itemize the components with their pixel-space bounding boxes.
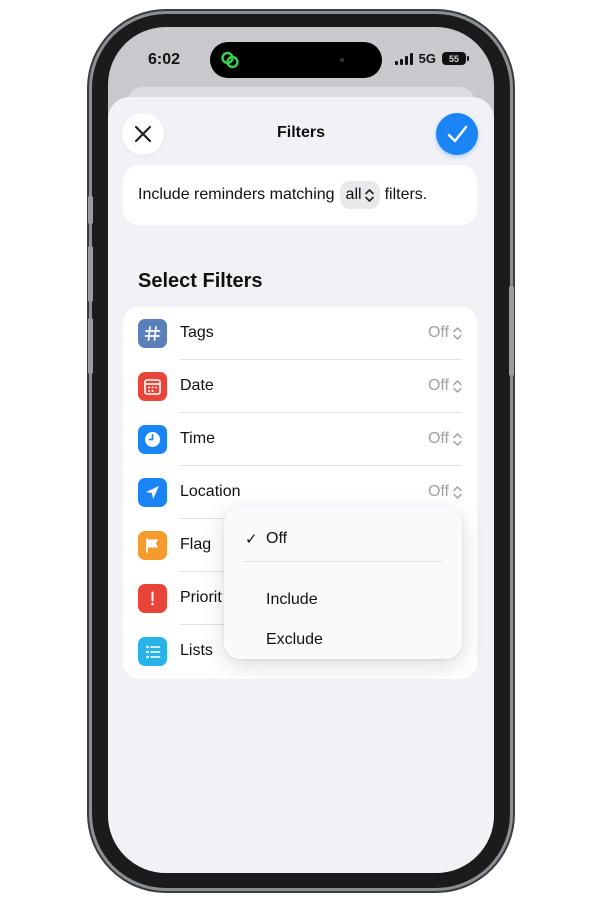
filter-value-text: Off <box>427 377 449 394</box>
filter-value[interactable]: Off <box>428 483 462 501</box>
menu-item-label: Exclude <box>266 631 323 648</box>
chevron-up-down-icon <box>453 432 462 446</box>
chevron-up-down-icon <box>364 188 374 202</box>
checkmark-icon <box>447 125 468 143</box>
filter-value[interactable]: Off <box>428 377 462 395</box>
filter-row-time[interactable]: Time Off <box>123 413 477 466</box>
filter-label: Tags <box>180 324 214 341</box>
match-selector-value: all <box>345 186 362 203</box>
calendar-icon <box>138 372 167 401</box>
chevron-up-down-icon <box>453 379 462 393</box>
filter-label: Lists <box>180 642 213 659</box>
menu-item-include[interactable]: Include <box>224 580 462 620</box>
match-selector[interactable]: all <box>339 181 380 209</box>
filter-value-text: Off <box>427 483 449 500</box>
filter-row-date[interactable]: Date Off <box>123 360 477 413</box>
status-indicators: 5G 55 <box>394 51 469 66</box>
menu-divider <box>244 561 442 562</box>
filter-label: Priorit <box>180 589 222 606</box>
match-prefix: Include reminders matching <box>138 186 335 203</box>
battery-level: 55 <box>448 53 459 64</box>
chevron-up-down-icon <box>453 485 462 499</box>
filter-value-text: Off <box>427 324 449 341</box>
match-rule-card: Include reminders matching all filters. <box>123 165 477 225</box>
menu-item-label: Include <box>266 591 318 608</box>
filter-row-tags[interactable]: Tags Off <box>123 307 477 360</box>
filter-label: Location <box>180 483 241 500</box>
battery-icon: 55 <box>442 52 469 65</box>
exclamation-icon <box>138 584 167 613</box>
match-suffix: filters. <box>384 186 428 203</box>
volume-down-button <box>88 318 93 374</box>
network-label: 5G <box>418 51 436 66</box>
location-arrow-icon <box>138 478 167 507</box>
filter-value[interactable]: Off <box>428 430 462 448</box>
checkmark-icon: ✓ <box>245 531 258 548</box>
hashtag-icon <box>138 319 167 348</box>
action-button <box>88 196 93 224</box>
filter-label: Flag <box>180 536 212 553</box>
filter-label: Time <box>180 430 215 447</box>
section-title: Select Filters <box>138 270 263 292</box>
status-time: 6:02 <box>148 51 181 68</box>
menu-item-label: Off <box>266 530 288 547</box>
volume-up-button <box>88 246 93 302</box>
menu-item-off[interactable]: ✓ Off <box>224 519 462 559</box>
dynamic-island <box>210 42 382 78</box>
filter-value-menu: ✓ Off Include Exclude <box>224 507 462 659</box>
camera-dot <box>340 58 344 62</box>
chevron-up-down-icon <box>453 326 462 340</box>
list-icon <box>138 637 167 666</box>
filter-label: Date <box>180 377 214 394</box>
screen: 6:02 5G 55 Filters Include reminders mat… <box>108 27 494 873</box>
menu-item-exclude[interactable]: Exclude <box>224 620 462 660</box>
clock-icon <box>138 425 167 454</box>
done-button[interactable] <box>436 113 478 155</box>
signal-icon <box>394 52 413 65</box>
power-button <box>509 286 514 376</box>
link-icon <box>221 51 239 69</box>
flag-icon <box>138 531 167 560</box>
filter-value-text: Off <box>427 430 449 447</box>
filter-value[interactable]: Off <box>428 324 462 342</box>
filters-sheet: Filters Include reminders matching all f… <box>108 97 494 873</box>
